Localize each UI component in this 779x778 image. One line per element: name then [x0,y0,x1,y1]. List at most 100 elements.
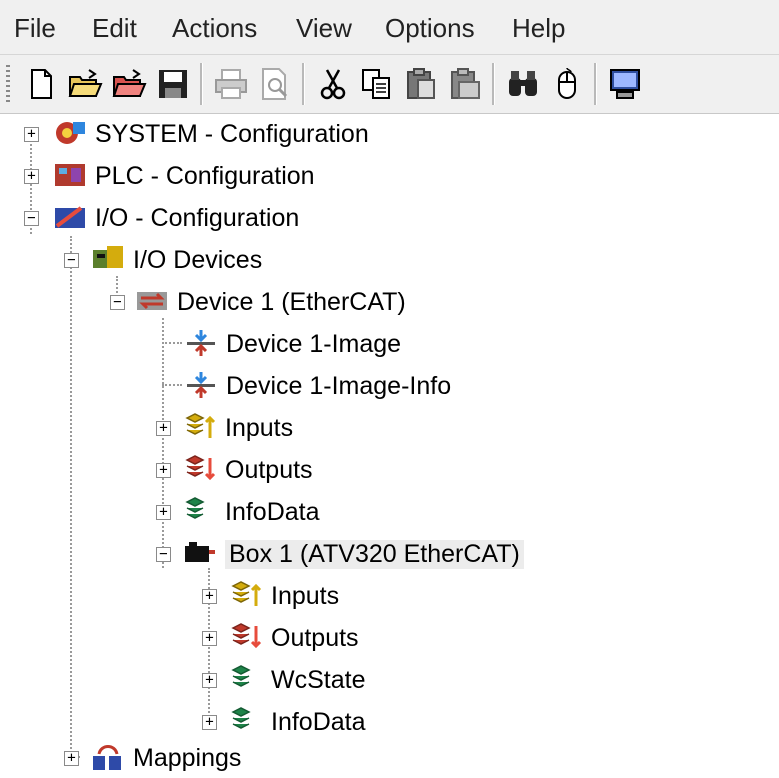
menu-options[interactable]: Options [385,12,475,44]
expand-icon[interactable]: + [156,462,171,478]
print-preview-button[interactable] [254,63,296,105]
io-config-icon [53,202,89,234]
paste-button[interactable] [400,63,442,105]
find-icon [509,71,537,96]
toolbar-grip[interactable] [6,65,10,103]
collapse-icon[interactable]: − [24,210,39,226]
tree-node-system[interactable]: + SYSTEM - Configuration [24,114,369,154]
print-preview-icon [262,68,288,100]
expand-icon[interactable]: + [64,750,79,766]
toolbar-separator [594,63,597,105]
tree-label: PLC - Configuration [95,161,315,190]
tree-node-io-configuration[interactable]: − I/O - Configuration [24,198,299,238]
menu-file[interactable]: File [14,12,56,44]
system-config-icon [53,118,89,150]
infodata-icon [183,496,219,528]
expand-icon[interactable]: + [202,672,217,688]
tree-view: + SYSTEM - Configuration + PLC - Configu… [0,114,779,774]
menu-actions[interactable]: Actions [172,12,257,44]
inputs-icon [229,580,265,612]
tree-node-box1[interactable]: − Box 1 (ATV320 EtherCAT) [156,534,524,574]
tree-node-mappings[interactable]: + Mappings [64,738,241,778]
expand-icon[interactable]: + [202,630,217,646]
save-icon [159,70,187,98]
open-button[interactable] [64,63,106,105]
open-icon [68,69,103,97]
plc-config-icon [53,160,89,192]
tree-node-inputs[interactable]: + Inputs [156,408,293,448]
tree-label: Outputs [225,455,313,484]
tree-node-plc[interactable]: + PLC - Configuration [24,156,315,196]
collapse-icon[interactable]: − [110,294,125,310]
tree-label: Box 1 (ATV320 EtherCAT) [225,539,524,569]
expand-icon[interactable]: + [202,714,217,730]
open-project-button[interactable] [108,63,150,105]
print-button[interactable] [210,63,252,105]
mappings-icon [91,742,127,774]
process-image-icon [184,328,220,360]
tree-label: WcState [271,665,366,694]
ethercat-device-icon [135,286,171,318]
tree-label: SYSTEM - Configuration [95,119,369,148]
toolbar-separator [492,63,495,105]
expand-icon[interactable]: + [156,504,171,520]
new-icon [31,69,52,99]
cut-button[interactable] [312,63,354,105]
tree-label: I/O Devices [133,245,263,274]
tree-node-device1-image[interactable]: Device 1-Image [184,324,401,364]
tree-line [162,342,182,344]
toolbar-separator [200,63,203,105]
new-button[interactable] [20,63,62,105]
tree-node-wcstate[interactable]: + WcState [202,660,365,700]
expand-icon[interactable]: + [202,588,217,604]
expand-icon[interactable]: + [24,126,39,142]
menu-edit[interactable]: Edit [92,12,137,44]
tree-label: Device 1-Image-Info [226,371,452,400]
save-button[interactable] [152,63,194,105]
tree-label: Outputs [271,623,359,652]
outputs-icon [229,622,265,654]
menu-view[interactable]: View [296,12,352,44]
paste-icon [407,68,435,99]
monitor-icon [610,69,640,99]
tree-label: Device 1 (EtherCAT) [177,287,406,316]
tree-node-device1-image-info[interactable]: Device 1-Image-Info [184,366,451,406]
menu-help[interactable]: Help [512,12,565,44]
copy-icon [362,69,390,99]
process-image-info-icon [184,370,220,402]
cut-icon [320,69,346,100]
io-devices-icon [91,244,127,276]
copy-button[interactable] [356,63,398,105]
paste-special-button[interactable] [444,63,486,105]
tree-node-box-infodata[interactable]: + InfoData [202,702,366,742]
collapse-icon[interactable]: − [156,546,171,562]
open-project-icon [112,69,147,97]
tree-label: InfoData [225,497,320,526]
tree-node-device1[interactable]: − Device 1 (EtherCAT) [110,282,406,322]
toolbar-separator [302,63,305,105]
monitor-button[interactable] [604,63,646,105]
expand-icon[interactable]: + [24,168,39,184]
drive-box-icon [183,538,219,570]
tree-node-box-inputs[interactable]: + Inputs [202,576,339,616]
expand-icon[interactable]: + [156,420,171,436]
tree-label: Inputs [271,581,340,610]
menu-bar: File Edit Actions View Options Help [0,0,779,55]
tree-label: Inputs [225,413,294,442]
toolbar [0,55,779,114]
tree-label: I/O - Configuration [95,203,300,232]
tree-node-infodata[interactable]: + InfoData [156,492,320,532]
mouse-button[interactable] [546,63,588,105]
tree-node-outputs[interactable]: + Outputs [156,450,313,490]
wcstate-icon [229,664,265,696]
tree-node-io-devices[interactable]: − I/O Devices [64,240,262,280]
collapse-icon[interactable]: − [64,252,79,268]
print-icon [215,69,247,99]
tree-line [70,236,72,756]
inputs-icon [183,412,219,444]
mouse-icon [558,67,576,99]
tree-label: Mappings [133,743,242,772]
find-button[interactable] [502,63,544,105]
tree-label: Device 1-Image [226,329,402,358]
tree-node-box-outputs[interactable]: + Outputs [202,618,359,658]
